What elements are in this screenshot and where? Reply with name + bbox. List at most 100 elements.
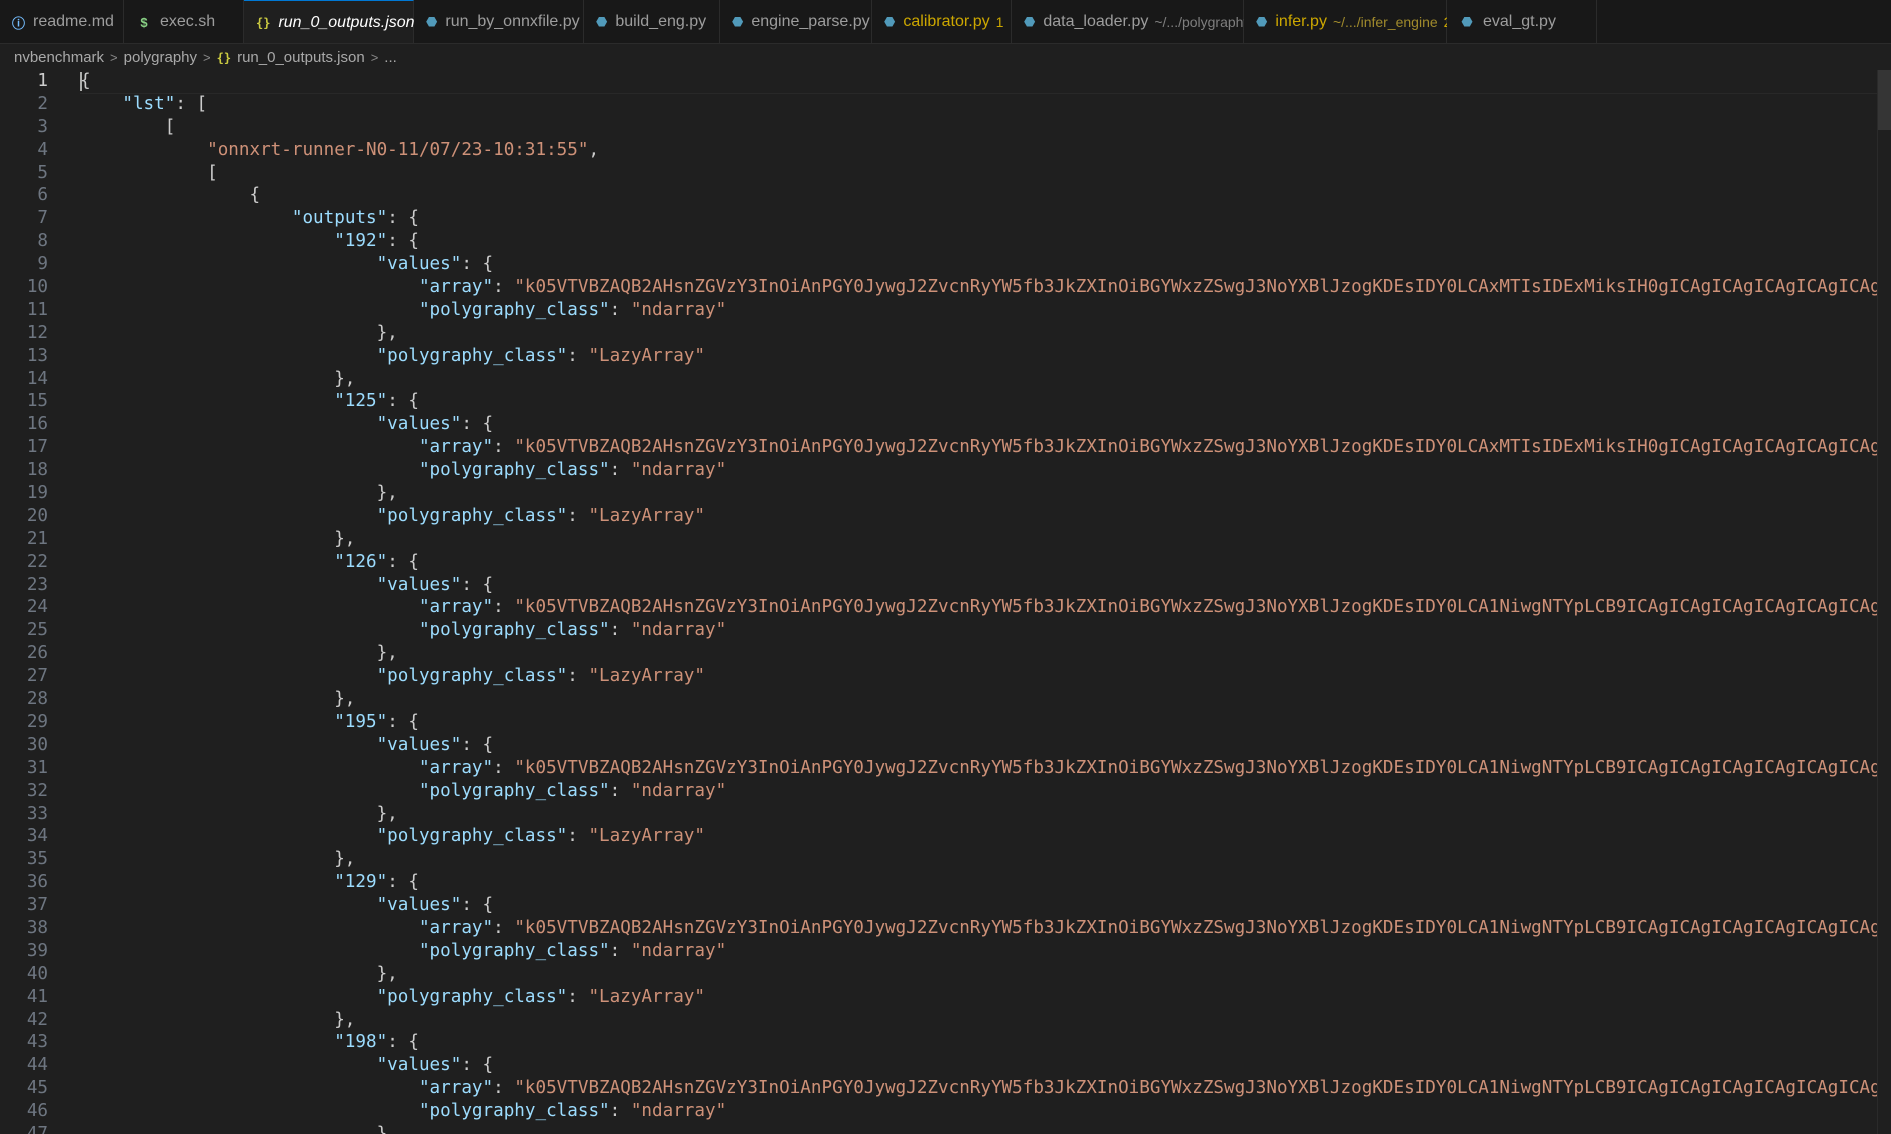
code-line[interactable]: "198": { xyxy=(80,1031,1891,1054)
code-line[interactable]: [ xyxy=(80,162,1891,185)
code-line[interactable]: "onnxrt-runner-N0-11/07/23-10:31:55", xyxy=(80,139,1891,162)
json-string: "k05VTVBZAQB2AHsnZGVzY3InOiAnPGY0JywgJ2Z… xyxy=(514,917,1891,938)
code-line[interactable]: "polygraphy_class": "ndarray" xyxy=(80,1100,1891,1123)
code-line[interactable]: }, xyxy=(80,642,1891,665)
json-key: "values" xyxy=(376,1055,462,1076)
json-key: "126" xyxy=(334,551,388,572)
code-line[interactable]: "polygraphy_class": "ndarray" xyxy=(80,459,1891,482)
code-line[interactable]: "polygraphy_class": "ndarray" xyxy=(80,940,1891,963)
json-punctuation: : xyxy=(567,345,589,366)
json-punctuation: : { xyxy=(461,414,494,435)
code-line[interactable]: "polygraphy_class": "LazyArray" xyxy=(80,505,1891,528)
json-punctuation: : xyxy=(493,757,515,778)
json-string: "ndarray" xyxy=(630,1101,727,1122)
breadcrumb-item[interactable]: polygraphy xyxy=(124,49,197,66)
code-line[interactable]: }, xyxy=(80,963,1891,986)
python-icon: ⬣ xyxy=(884,14,896,29)
tab-calibrator-py[interactable]: ⬣ calibrator.py 1 xyxy=(872,0,1012,43)
line-number: 13 xyxy=(26,345,48,366)
code-line[interactable]: "126": { xyxy=(80,551,1891,574)
json-punctuation: : { xyxy=(461,734,494,755)
code-line[interactable]: }, xyxy=(80,528,1891,551)
json-key: "values" xyxy=(376,254,462,275)
info-icon: ⓘ xyxy=(12,15,26,31)
tab-eval-gt-py[interactable]: ⬣ eval_gt.py xyxy=(1447,0,1597,43)
code-area[interactable]: { "lst": [ [ "onnxrt-runner-N0-11/07/23-… xyxy=(80,70,1891,1134)
code-line[interactable]: "values": { xyxy=(80,734,1891,757)
code-line[interactable]: "values": { xyxy=(80,253,1891,276)
code-line[interactable]: "array": "k05VTVBZAQB2AHsnZGVzY3InOiAnPG… xyxy=(80,276,1891,299)
tab-infer-py[interactable]: ⬣infer.py~/.../infer_engine2 xyxy=(1244,0,1451,43)
code-line[interactable]: "array": "k05VTVBZAQB2AHsnZGVzY3InOiAnPG… xyxy=(80,917,1891,940)
json-punctuation: { xyxy=(249,185,261,206)
code-line[interactable]: }, xyxy=(80,482,1891,505)
code-line[interactable]: }, xyxy=(80,1009,1891,1032)
code-line[interactable]: "values": { xyxy=(80,413,1891,436)
code-line[interactable]: "array": "k05VTVBZAQB2AHsnZGVzY3InOiAnPG… xyxy=(80,757,1891,780)
code-line[interactable]: "array": "k05VTVBZAQB2AHsnZGVzY3InOiAnPG… xyxy=(80,596,1891,619)
tab-engine-parse-py[interactable]: ⬣ engine_parse.py xyxy=(720,0,872,43)
tab-exec-sh[interactable]: $ exec.sh xyxy=(124,0,244,43)
json-key: "195" xyxy=(334,711,388,732)
json-punctuation: : xyxy=(609,780,631,801)
code-line[interactable]: }, xyxy=(80,368,1891,391)
json-string: "onnxrt-runner-N0-11/07/23-10:31:55" xyxy=(207,139,589,160)
code-line[interactable]: "polygraphy_class": "LazyArray" xyxy=(80,345,1891,368)
breadcrumb-label: run_0_outputs.json xyxy=(237,48,365,66)
tab-readme-md[interactable]: ⓘ readme.md xyxy=(0,0,124,43)
tab-label: exec.sh xyxy=(160,13,216,30)
code-line[interactable]: "polygraphy_class": "ndarray" xyxy=(80,619,1891,642)
code-line[interactable]: "polygraphy_class": "LazyArray" xyxy=(80,986,1891,1009)
breadcrumb-item[interactable]: ... xyxy=(384,49,397,66)
code-line[interactable]: "lst": [ xyxy=(80,93,1891,116)
tab-data-loader-py[interactable]: ⬣ data_loader.py ~/.../polygraphy xyxy=(1012,0,1250,43)
code-line[interactable]: "values": { xyxy=(80,574,1891,597)
code-line[interactable]: "polygraphy_class": "LazyArray" xyxy=(80,825,1891,848)
chevron-right-icon: > xyxy=(203,49,211,65)
json-key: "values" xyxy=(376,734,462,755)
breadcrumb-item[interactable]: nvbenchmark xyxy=(14,49,104,66)
code-line[interactable]: }, xyxy=(80,688,1891,711)
code-line[interactable]: "array": "k05VTVBZAQB2AHsnZGVzY3InOiAnPG… xyxy=(80,1077,1891,1100)
json-punctuation: : [ xyxy=(175,93,208,114)
editor-window: ⓘreadme.md$exec.sh{}run_0_outputs.json×⬣… xyxy=(0,0,1891,1134)
json-punctuation: }, xyxy=(334,689,356,710)
code-line[interactable]: "values": { xyxy=(80,1054,1891,1077)
code-line[interactable]: { xyxy=(80,70,1891,94)
json-punctuation: : xyxy=(493,917,515,938)
line-number: 12 xyxy=(26,322,48,343)
tab-build-eng-py[interactable]: ⬣ build_eng.py xyxy=(584,0,720,43)
code-line[interactable]: "polygraphy_class": "ndarray" xyxy=(80,299,1891,322)
json-punctuation: : { xyxy=(461,895,494,916)
code-line[interactable]: "outputs": { xyxy=(80,207,1891,230)
code-line[interactable]: "polygraphy_class": "ndarray" xyxy=(80,780,1891,803)
code-line[interactable]: "125": { xyxy=(80,390,1891,413)
code-line[interactable]: "192": { xyxy=(80,230,1891,253)
json-punctuation: }, xyxy=(376,803,398,824)
tab-run-by-onnxfile-py[interactable]: ⬣ run_by_onnxfile.py xyxy=(414,0,584,43)
breadcrumb-item[interactable]: {} run_0_outputs.json xyxy=(217,49,365,66)
code-line[interactable]: }, xyxy=(80,803,1891,826)
code-line[interactable]: "polygraphy_class": "LazyArray" xyxy=(80,665,1891,688)
code-line[interactable]: "129": { xyxy=(80,871,1891,894)
code-line[interactable]: }, xyxy=(80,848,1891,871)
json-punctuation: : { xyxy=(461,574,494,595)
code-line[interactable]: { xyxy=(80,184,1891,207)
python-icon: ⬣ xyxy=(1461,14,1473,29)
code-line[interactable]: "195": { xyxy=(80,711,1891,734)
scrollbar-thumb[interactable] xyxy=(1878,70,1891,130)
vertical-scrollbar[interactable] xyxy=(1877,70,1891,1134)
line-number: 36 xyxy=(26,872,48,893)
json-punctuation: : xyxy=(493,1078,515,1099)
json-key: "array" xyxy=(418,437,494,458)
json-string: "k05VTVBZAQB2AHsnZGVzY3InOiAnPGY0JywgJ2Z… xyxy=(514,437,1891,458)
breadcrumb-label: nvbenchmark xyxy=(14,48,105,66)
code-line[interactable]: "values": { xyxy=(80,894,1891,917)
tab-run-0-outputs-json[interactable]: {}run_0_outputs.json× xyxy=(244,0,437,43)
code-line[interactable]: [ xyxy=(80,116,1891,139)
code-editor[interactable]: 1 2 3 4 5 6 7 8 9 10 11 12 13 14 15 16 17 18 19 20 21 22 23 24 2… xyxy=(0,70,1891,1134)
problem-count-badge: 1 xyxy=(995,14,1004,30)
code-line[interactable]: }, xyxy=(80,1123,1891,1134)
code-line[interactable]: "array": "k05VTVBZAQB2AHsnZGVzY3InOiAnPG… xyxy=(80,436,1891,459)
code-line[interactable]: }, xyxy=(80,322,1891,345)
